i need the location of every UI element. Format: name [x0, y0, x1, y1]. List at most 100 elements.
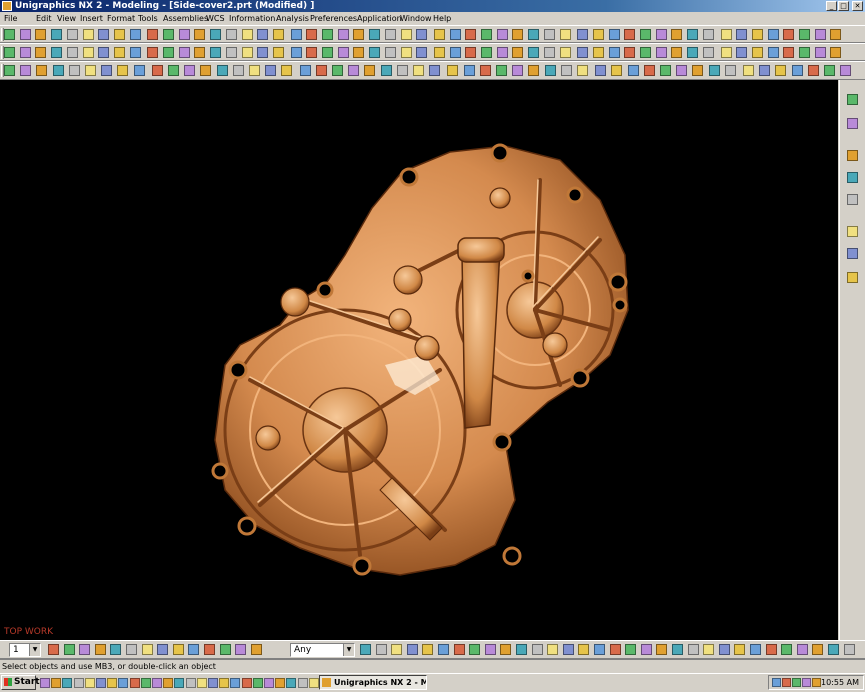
attribute-icon[interactable] — [671, 47, 682, 58]
material-icon[interactable] — [759, 65, 770, 76]
delete-icon[interactable] — [593, 47, 604, 58]
view-icon[interactable] — [184, 65, 195, 76]
mail-icon[interactable] — [185, 678, 196, 688]
menu-help-label[interactable]: Help — [433, 14, 451, 23]
existing-icon[interactable] — [316, 65, 327, 76]
photo-icon[interactable] — [275, 678, 286, 688]
blank-icon[interactable] — [609, 47, 620, 58]
hole-icon[interactable] — [481, 29, 492, 40]
sketch-icon[interactable] — [454, 644, 465, 655]
menu-analysis-label[interactable]: Analysis — [276, 14, 309, 23]
trim-curve-icon[interactable] — [257, 47, 268, 58]
vector-icon[interactable] — [397, 65, 408, 76]
tube-cap[interactable] — [457, 237, 505, 263]
perspective-icon[interactable] — [210, 29, 221, 40]
menu-edit-label[interactable]: Edit — [36, 14, 52, 23]
printer-icon[interactable] — [219, 678, 230, 688]
snap-point-icon[interactable] — [142, 644, 153, 655]
split-icon[interactable] — [656, 29, 667, 40]
snap-existing-icon[interactable] — [360, 644, 371, 655]
bridge-icon[interactable] — [98, 47, 109, 58]
media-icon[interactable] — [107, 678, 118, 688]
title-bar[interactable]: Unigraphics NX 2 - Modeling - [Side-cove… — [0, 0, 865, 12]
spline-icon[interactable] — [35, 47, 46, 58]
snap-quadrant-icon[interactable] — [251, 644, 262, 655]
edge-select-icon[interactable] — [126, 644, 137, 655]
select-all-icon[interactable] — [480, 65, 491, 76]
helix-icon[interactable] — [67, 47, 78, 58]
snap-center-icon[interactable] — [188, 644, 199, 655]
winzip-icon[interactable] — [163, 678, 174, 688]
bulb-icon[interactable] — [775, 65, 786, 76]
help-icon[interactable] — [840, 65, 851, 76]
section-icon[interactable] — [830, 29, 841, 40]
word-icon[interactable] — [84, 678, 95, 688]
disk-icon[interactable] — [196, 678, 207, 688]
maximize-button[interactable]: □ — [838, 1, 849, 11]
quadrant-icon[interactable] — [300, 65, 311, 76]
photo-icon[interactable] — [808, 65, 819, 76]
undo-icon[interactable] — [812, 644, 823, 655]
isoparm-icon[interactable] — [147, 47, 158, 58]
slope-icon[interactable] — [766, 644, 777, 655]
help-icon[interactable] — [297, 678, 308, 688]
zoom-icon[interactable] — [147, 29, 158, 40]
menu-tools[interactable]: Tools — [138, 12, 158, 25]
mass-icon[interactable] — [641, 644, 652, 655]
back-icon[interactable] — [577, 65, 588, 76]
global-icon[interactable] — [512, 47, 523, 58]
component-icon[interactable] — [752, 47, 763, 58]
face-icon[interactable] — [4, 65, 15, 76]
menu-application-label[interactable]: Application — [357, 14, 402, 23]
stretch-icon[interactable] — [291, 47, 302, 58]
view-triad-icon[interactable] — [422, 644, 433, 655]
intersection-icon[interactable] — [364, 65, 375, 76]
through-icon[interactable] — [385, 47, 396, 58]
snap-bounded-icon[interactable] — [407, 644, 418, 655]
mesh-icon[interactable] — [369, 47, 380, 58]
trim-icon[interactable] — [640, 29, 651, 40]
assembly-navigator-icon[interactable] — [847, 118, 858, 129]
menu-view-label[interactable]: View — [57, 14, 76, 23]
point-constructor-icon[interactable] — [381, 65, 392, 76]
filter-icon[interactable] — [656, 47, 667, 58]
pen-icon[interactable] — [83, 29, 94, 40]
movie-icon[interactable] — [824, 65, 835, 76]
brush-icon[interactable] — [98, 29, 109, 40]
point-icon[interactable] — [4, 47, 15, 58]
run-icon[interactable] — [241, 678, 252, 688]
undo-icon[interactable] — [67, 29, 78, 40]
top-icon[interactable] — [512, 65, 523, 76]
info-icon[interactable] — [114, 29, 125, 40]
search-icon[interactable] — [230, 678, 241, 688]
length-icon[interactable] — [306, 47, 317, 58]
volume-icon[interactable] — [625, 644, 636, 655]
menu-format[interactable]: Format — [107, 12, 135, 25]
section-icon[interactable] — [656, 644, 667, 655]
swept-icon[interactable] — [401, 47, 412, 58]
select-icon[interactable] — [48, 644, 59, 655]
point-icon[interactable] — [369, 29, 380, 40]
left-icon[interactable] — [561, 65, 572, 76]
shade-icon[interactable] — [242, 29, 253, 40]
offset-surf-icon[interactable] — [481, 47, 492, 58]
on-face-icon[interactable] — [348, 65, 359, 76]
menu-window-label[interactable]: Window — [400, 14, 432, 23]
bottom-icon[interactable] — [595, 65, 606, 76]
chevron-down-icon[interactable]: ▼ — [343, 644, 354, 656]
menu-wcs[interactable]: WCS — [206, 12, 225, 25]
pocket-icon[interactable] — [512, 29, 523, 40]
project-icon[interactable] — [114, 47, 125, 58]
expression-icon[interactable] — [687, 47, 698, 58]
menu-assemblies-label[interactable]: Assemblies — [163, 14, 208, 23]
measure-icon[interactable] — [306, 29, 317, 40]
snap-icon[interactable] — [233, 65, 244, 76]
snap-intersect-icon[interactable] — [220, 644, 231, 655]
angle-icon[interactable] — [594, 644, 605, 655]
enlarge-icon[interactable] — [528, 47, 539, 58]
csys-icon[interactable] — [168, 65, 179, 76]
hide-icon[interactable] — [291, 29, 302, 40]
hilite-icon[interactable] — [797, 644, 808, 655]
explorer-icon[interactable] — [40, 678, 50, 688]
shell-icon[interactable] — [609, 29, 620, 40]
